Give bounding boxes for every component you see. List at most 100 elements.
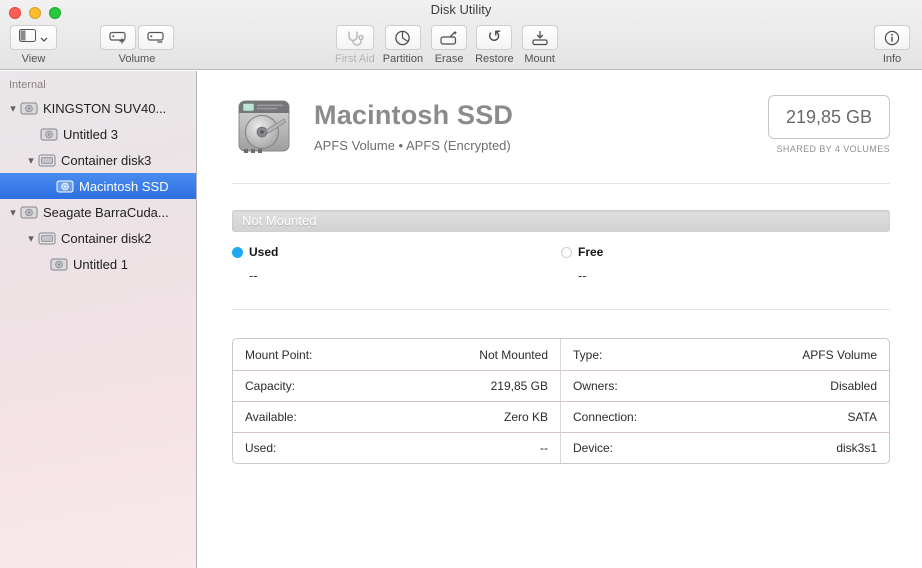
shared-volumes-note: SHARED BY 4 VOLUMES (776, 144, 890, 154)
add-volume-button[interactable] (100, 25, 136, 50)
sidebar-item-label: KINGSTON SUV40... (43, 100, 167, 116)
detail-row: Connection: SATA (561, 401, 889, 432)
mount-icon (532, 30, 548, 45)
volume-icon (50, 257, 68, 272)
detail-label: Owners: (573, 379, 618, 393)
legend-label: Used (249, 245, 279, 259)
zoom-button[interactable] (49, 7, 61, 19)
toolbar: View Volume First Aid Partition Erase ↺ … (0, 22, 922, 70)
detail-row: Type: APFS Volume (561, 339, 889, 370)
detail-value: 219,85 GB (490, 379, 548, 393)
sidebar-item-label: Untitled 3 (63, 126, 118, 142)
details-column-left: Mount Point: Not Mounted Capacity: 219,8… (233, 339, 561, 463)
capacity-badge: 219,85 GB (768, 95, 890, 139)
detail-label: Type: (573, 347, 603, 362)
detail-label: Available: (245, 410, 297, 424)
disk-icon (20, 205, 38, 220)
sidebar-view-icon (19, 28, 36, 47)
disk-icon (20, 101, 38, 116)
used-dot-icon (232, 246, 243, 258)
info-button[interactable] (874, 25, 910, 50)
erase-label: Erase (434, 53, 464, 65)
detail-value: SATA (847, 410, 877, 424)
erase-icon (440, 30, 458, 45)
divider (232, 309, 890, 310)
sidebar-section-internal: Internal (9, 79, 46, 91)
usage-legend: Used -- Free -- (232, 245, 890, 283)
detail-row: Available: Zero KB (233, 401, 560, 432)
chevron-down-icon (40, 29, 48, 47)
window-title: Disk Utility (430, 2, 492, 17)
restore-icon (487, 28, 501, 47)
detail-value: Zero KB (503, 410, 548, 424)
volume-title: Macintosh SSD (314, 100, 514, 130)
sidebar-item-untitled-1[interactable]: Untitled 1 (0, 251, 196, 277)
disclosure-triangle-icon[interactable] (24, 153, 38, 168)
container-icon (38, 231, 56, 246)
remove-volume-button[interactable] (138, 25, 174, 50)
sidebar: Internal KINGSTON SUV40... Untitled 3 Co… (0, 71, 197, 568)
restore-button[interactable] (476, 25, 513, 50)
first-aid-icon (348, 31, 364, 46)
disclosure-triangle-icon[interactable] (24, 231, 38, 246)
detail-label: Device: (573, 441, 614, 455)
volume-subtitle: APFS Volume • APFS (Encrypted) (314, 138, 511, 153)
detail-label: Connection: (573, 410, 638, 424)
detail-value: Disabled (830, 379, 877, 393)
container-icon (38, 153, 56, 168)
sidebar-item-macintosh-ssd[interactable]: Macintosh SSD (0, 173, 196, 199)
legend-label: Free (578, 245, 604, 259)
erase-button[interactable] (431, 25, 468, 50)
volume-add-icon (109, 31, 126, 44)
sidebar-item-label: Untitled 1 (73, 256, 128, 272)
detail-value: -- (540, 441, 548, 455)
partition-button[interactable] (384, 25, 421, 50)
hard-drive-icon (232, 95, 296, 159)
volume-icon (40, 127, 58, 142)
sidebar-item-label: Container disk2 (61, 230, 152, 246)
sidebar-item-container-disk3[interactable]: Container disk3 (0, 147, 196, 173)
detail-row: Mount Point: Not Mounted (233, 339, 560, 370)
legend-free: Free -- (561, 245, 890, 283)
detail-row: Owners: Disabled (561, 370, 889, 401)
disk-utility-window: Disk Utility View Volume First Aid Parti… (0, 0, 922, 568)
info-label: Info (882, 53, 902, 65)
sidebar-item-kingston[interactable]: KINGSTON SUV40... (0, 95, 196, 121)
detail-label: Used: (245, 441, 277, 455)
window-header: Disk Utility View Volume First Aid Parti… (0, 0, 922, 70)
divider (232, 183, 890, 184)
sidebar-item-label: Container disk3 (61, 152, 152, 168)
detail-value: disk3s1 (836, 441, 877, 455)
sidebar-item-untitled-3[interactable]: Untitled 3 (0, 121, 196, 147)
sidebar-item-label: Seagate BarraCuda... (43, 204, 169, 220)
minimize-button[interactable] (29, 7, 41, 19)
disclosure-triangle-icon[interactable] (6, 101, 20, 116)
mount-button[interactable] (521, 25, 558, 50)
sidebar-item-seagate[interactable]: Seagate BarraCuda... (0, 199, 196, 225)
detail-row: Used: -- (233, 432, 560, 463)
detail-value: Not Mounted (479, 347, 548, 362)
free-dot-icon (561, 246, 572, 258)
traffic-lights (9, 7, 61, 19)
partition-icon (395, 30, 411, 45)
view-button[interactable] (10, 25, 57, 50)
titlebar[interactable]: Disk Utility (0, 0, 922, 22)
details-column-right: Type: APFS Volume Owners: Disabled Conne… (561, 339, 889, 463)
close-button[interactable] (9, 7, 21, 19)
legend-value: -- (578, 268, 587, 283)
disclosure-triangle-icon[interactable] (6, 205, 20, 220)
volume-header: Macintosh SSD APFS Volume • APFS (Encryp… (232, 95, 890, 159)
partition-label: Partition (382, 53, 424, 65)
first-aid-button[interactable] (335, 25, 374, 50)
info-icon (884, 30, 900, 45)
volume-remove-icon (147, 31, 164, 43)
view-label: View (21, 53, 46, 65)
detail-row: Device: disk3s1 (561, 432, 889, 463)
usage-bar: Not Mounted (232, 210, 890, 232)
volume-label: Volume (118, 53, 156, 65)
sidebar-item-label: Macintosh SSD (79, 178, 169, 194)
first-aid-label: First Aid (335, 53, 375, 65)
detail-label: Capacity: (245, 379, 296, 393)
sidebar-item-container-disk2[interactable]: Container disk2 (0, 225, 196, 251)
mount-label: Mount (524, 53, 555, 65)
